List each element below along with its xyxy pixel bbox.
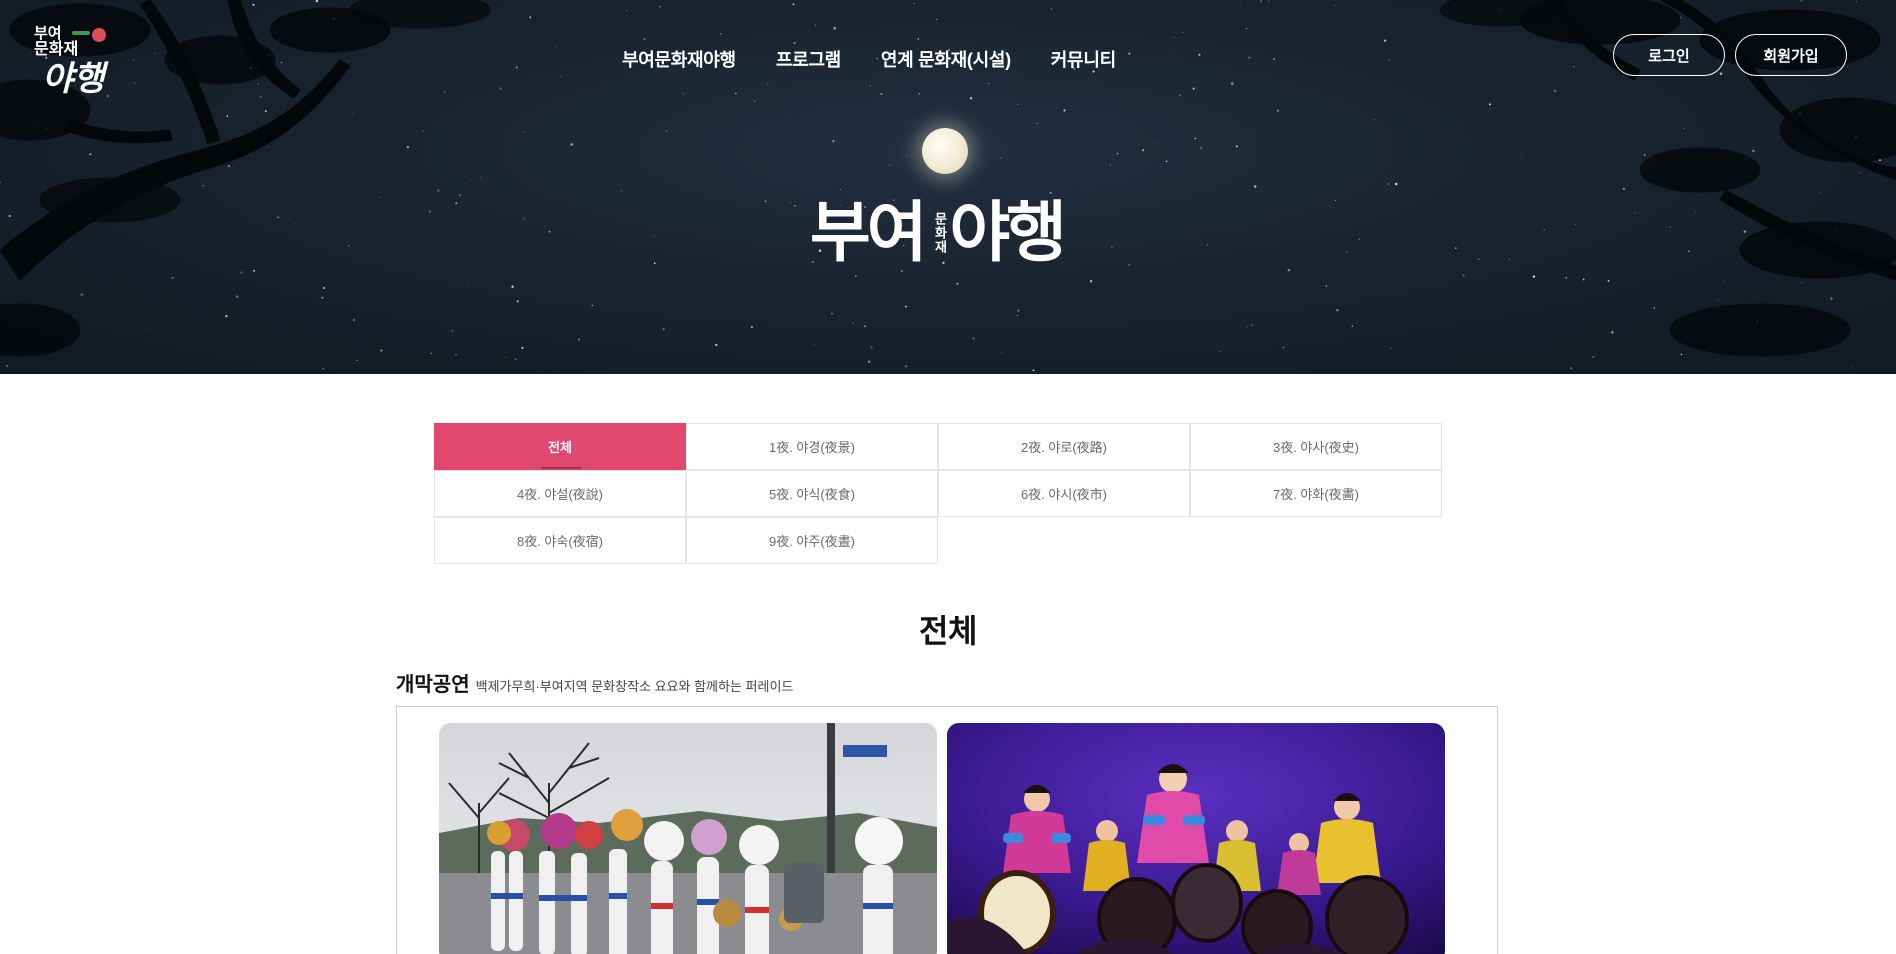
tab-night-6[interactable]: 6夜. 야시(夜市) [938,470,1190,517]
site-logo[interactable]: 부여 문화재 야행 [30,24,126,104]
hero-title-left: 부여 [810,194,927,271]
nav-item-program[interactable]: 프로그램 [776,46,841,72]
logo-text-line2: 문화재 [34,39,79,58]
logo-badge [92,28,106,42]
logo-text-line3: 야행 [42,59,105,99]
tab-night-5[interactable]: 5夜. 야식(夜食) [686,470,938,517]
hero-title-right: 야행 [949,194,1066,271]
tab-night-1[interactable]: 1夜. 야경(夜景) [686,423,938,470]
category-header: 개막공연 백제가무희·부여지역 문화창작소 요요와 함께하는 퍼레이드 [396,668,793,697]
parade-photo[interactable] [439,723,937,954]
tab-night-4[interactable]: 4夜. 야설(夜說) [434,470,686,517]
tab-all[interactable]: 전체 [434,423,686,470]
category-description: 백제가무희·부여지역 문화창작소 요요와 함께하는 퍼레이드 [475,679,794,694]
category-title: 개막공연 [396,674,470,696]
hero-title: 부여 문화재 야행 [810,196,1090,270]
moon-icon [922,128,968,174]
hero-banner: 부여 문화재 야행 부여문화재야행 프로그램 연계 문화재(시설) 커뮤니티 로… [0,0,1896,374]
login-button[interactable]: 로그인 [1613,34,1725,76]
tab-night-9[interactable]: 9夜. 야주(夜晝) [686,517,938,564]
photo-gallery [396,706,1498,954]
program-tabs: 전체 1夜. 야경(夜景) 2夜. 야로(夜路) 3夜. 야사(夜史) 4夜. … [434,423,1443,564]
main-nav: 부여문화재야행 프로그램 연계 문화재(시설) 커뮤니티 [622,46,1116,72]
section-title: 전체 [919,613,977,649]
drum-dance-photo[interactable] [947,723,1445,954]
nav-item-community[interactable]: 커뮤니티 [1051,46,1116,72]
tab-night-2[interactable]: 2夜. 야로(夜路) [938,423,1190,470]
tab-night-8[interactable]: 8夜. 야숙(夜宿) [434,517,686,564]
logo-accent [72,31,90,35]
nav-item-heritage-sites[interactable]: 연계 문화재(시설) [881,46,1011,72]
signup-button[interactable]: 회원가입 [1735,34,1847,76]
hero-title-middle: 문화재 [931,212,947,254]
nav-item-festival[interactable]: 부여문화재야행 [622,46,736,72]
tab-night-3[interactable]: 3夜. 야사(夜史) [1190,423,1442,470]
tab-night-7[interactable]: 7夜. 야화(夜畵) [1190,470,1442,517]
